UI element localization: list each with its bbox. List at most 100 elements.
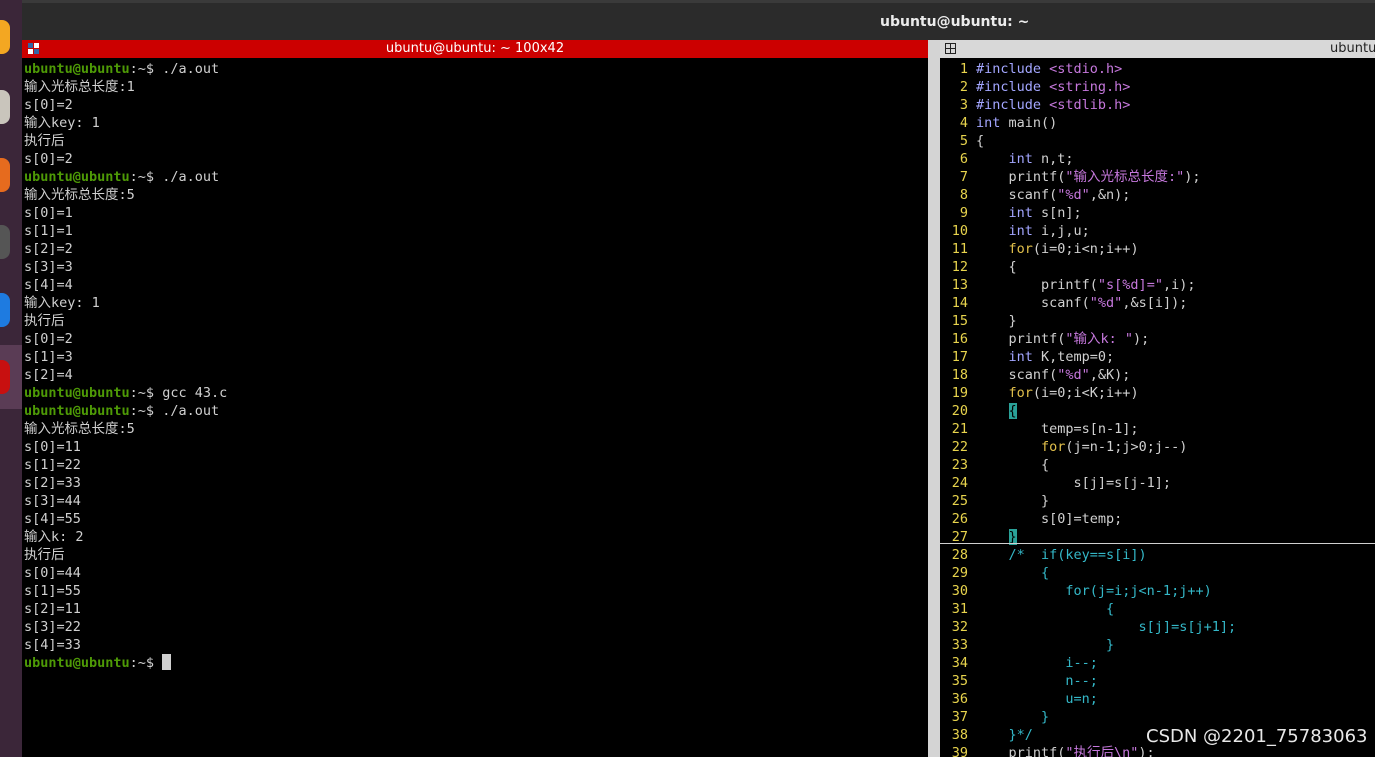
terminal-line: s[0]=11: [24, 438, 227, 456]
code-line: 12 {: [940, 258, 1236, 276]
line-text: s[2]=2: [24, 241, 73, 257]
terminal-line: 输入光标总长度:5: [24, 420, 227, 438]
terminal-line: s[3]=44: [24, 492, 227, 510]
line-text: 输入key: 1: [24, 115, 100, 131]
code-token: (i=0;i<K;i++): [1032, 385, 1139, 401]
line-number: 32: [951, 619, 968, 635]
code-token: temp=s[n-1];: [976, 421, 1139, 437]
terminal-line: s[1]=55: [24, 582, 227, 600]
line-text: 输入光标总长度:1: [24, 79, 135, 95]
prompt-cwd: :~$: [129, 385, 163, 401]
code-line: 9 int s[n];: [940, 204, 1236, 222]
code-line: 23 {: [940, 456, 1236, 474]
terminal-line: s[0]=2: [24, 330, 227, 348]
line-text: s[0]=2: [24, 331, 73, 347]
line-text: ./a.out: [162, 403, 220, 419]
terminal-line: s[4]=33: [24, 636, 227, 654]
code-line: 7 printf("输入光标总长度:");: [940, 168, 1236, 186]
line-number: 38: [951, 727, 968, 743]
code-token: scanf(: [976, 295, 1090, 311]
code-token: "s[%d]=": [1097, 277, 1163, 293]
code-token: {: [976, 457, 1050, 473]
line-number: 29: [951, 565, 968, 581]
code-token: "%d": [1057, 367, 1090, 383]
terminal-line: s[1]=3: [24, 348, 227, 366]
line-number: 31: [951, 601, 968, 617]
right-terminal-titlebar[interactable]: ubuntu: [940, 40, 1375, 58]
terminal-line: ubuntu@ubuntu:~$ ./a.out: [24, 60, 227, 78]
code-token: }*/: [976, 727, 1033, 743]
code-line: 21 temp=s[n-1];: [940, 420, 1236, 438]
code-token: int: [1008, 151, 1033, 167]
code-token: i,j,u;: [1032, 223, 1090, 239]
firefox-icon[interactable]: [0, 20, 10, 54]
code-line: 22 for(j=n-1;j>0;j--): [940, 438, 1236, 456]
line-number: 25: [951, 493, 968, 509]
code-token: s[n];: [1032, 205, 1082, 221]
prompt-cwd: :~$: [129, 403, 163, 419]
terminal-line: 执行后: [24, 132, 227, 150]
terminal-line: 输入key: 1: [24, 294, 227, 312]
code-token: ,&K);: [1089, 367, 1131, 383]
line-number: 33: [951, 637, 968, 653]
code-editor[interactable]: 1 #include <stdio.h> 2 #include <string.h> 3…: [940, 60, 1236, 757]
line-number: 8: [959, 187, 968, 203]
code-token: {: [976, 601, 1115, 617]
code-token: int: [976, 115, 1001, 131]
line-number: 1: [959, 61, 968, 77]
terminal-line: s[2]=2: [24, 240, 227, 258]
code-line: 2 #include <string.h>: [940, 78, 1236, 96]
app-icon[interactable]: [0, 225, 10, 259]
vscode-icon[interactable]: [0, 293, 10, 327]
line-text: s[0]=44: [24, 565, 81, 581]
line-number: 23: [951, 457, 968, 473]
line-text: 执行后: [24, 313, 65, 329]
line-text: s[1]=1: [24, 223, 73, 239]
line-number: 19: [951, 385, 968, 401]
terminal-line: s[4]=4: [24, 276, 227, 294]
terminal-line: 输入key: 1: [24, 114, 227, 132]
line-number: 11: [951, 241, 968, 257]
code-token: );: [1184, 169, 1201, 185]
code-line: 34 i--;: [940, 654, 1236, 672]
code-line: 16 printf("输入k: ");: [940, 330, 1236, 348]
line-text: 输入光标总长度:5: [24, 421, 135, 437]
code-token: s[j]=s[j-1];: [976, 475, 1172, 491]
left-terminal-titlebar[interactable]: ubuntu@ubuntu: ~ 100x42: [22, 40, 928, 58]
right-terminal[interactable]: ubuntu 1 #include <stdio.h> 2 #include <str…: [940, 40, 1375, 757]
line-text: 执行后: [24, 133, 65, 149]
terminal-icon[interactable]: [0, 360, 10, 394]
code-line: 31 {: [940, 600, 1236, 618]
code-token: #include: [976, 97, 1050, 113]
code-token: "执行后\n": [1065, 745, 1139, 757]
code-line: 5{: [940, 132, 1236, 150]
prompt-user-host: ubuntu@ubuntu: [24, 655, 130, 671]
line-number: 37: [951, 709, 968, 725]
line-number: 13: [951, 277, 968, 293]
files-icon[interactable]: [0, 90, 10, 124]
software-icon[interactable]: [0, 158, 10, 192]
code-token: printf(: [976, 277, 1098, 293]
left-terminal[interactable]: ubuntu@ubuntu: ~ 100x42 ubuntu@ubuntu:~$…: [22, 40, 928, 757]
code-line: 17 int K,temp=0;: [940, 348, 1236, 366]
code-token: }: [976, 637, 1115, 653]
code-line: 30 for(j=i;j<n-1;j++): [940, 582, 1236, 600]
code-token: (j=n-1;j>0;j--): [1065, 439, 1188, 455]
code-token: i--;: [976, 655, 1098, 671]
line-number: 26: [951, 511, 968, 527]
line-number: 4: [959, 115, 968, 131]
terminal-output: ubuntu@ubuntu:~$ ./a.out 输入光标总长度:1 s[0]=2 输…: [24, 60, 227, 672]
code-line: 26 s[0]=temp;: [940, 510, 1236, 528]
right-terminal-title: ubuntu: [1330, 41, 1375, 56]
text-cursor: [162, 654, 172, 670]
code-token: ,&n);: [1089, 187, 1131, 203]
line-number: 12: [951, 259, 968, 275]
line-text: 输入光标总长度:5: [24, 187, 135, 203]
window-title: ubuntu@ubuntu: ~: [880, 14, 1030, 30]
line-number: 30: [951, 583, 968, 599]
pane-separator[interactable]: [928, 40, 940, 757]
